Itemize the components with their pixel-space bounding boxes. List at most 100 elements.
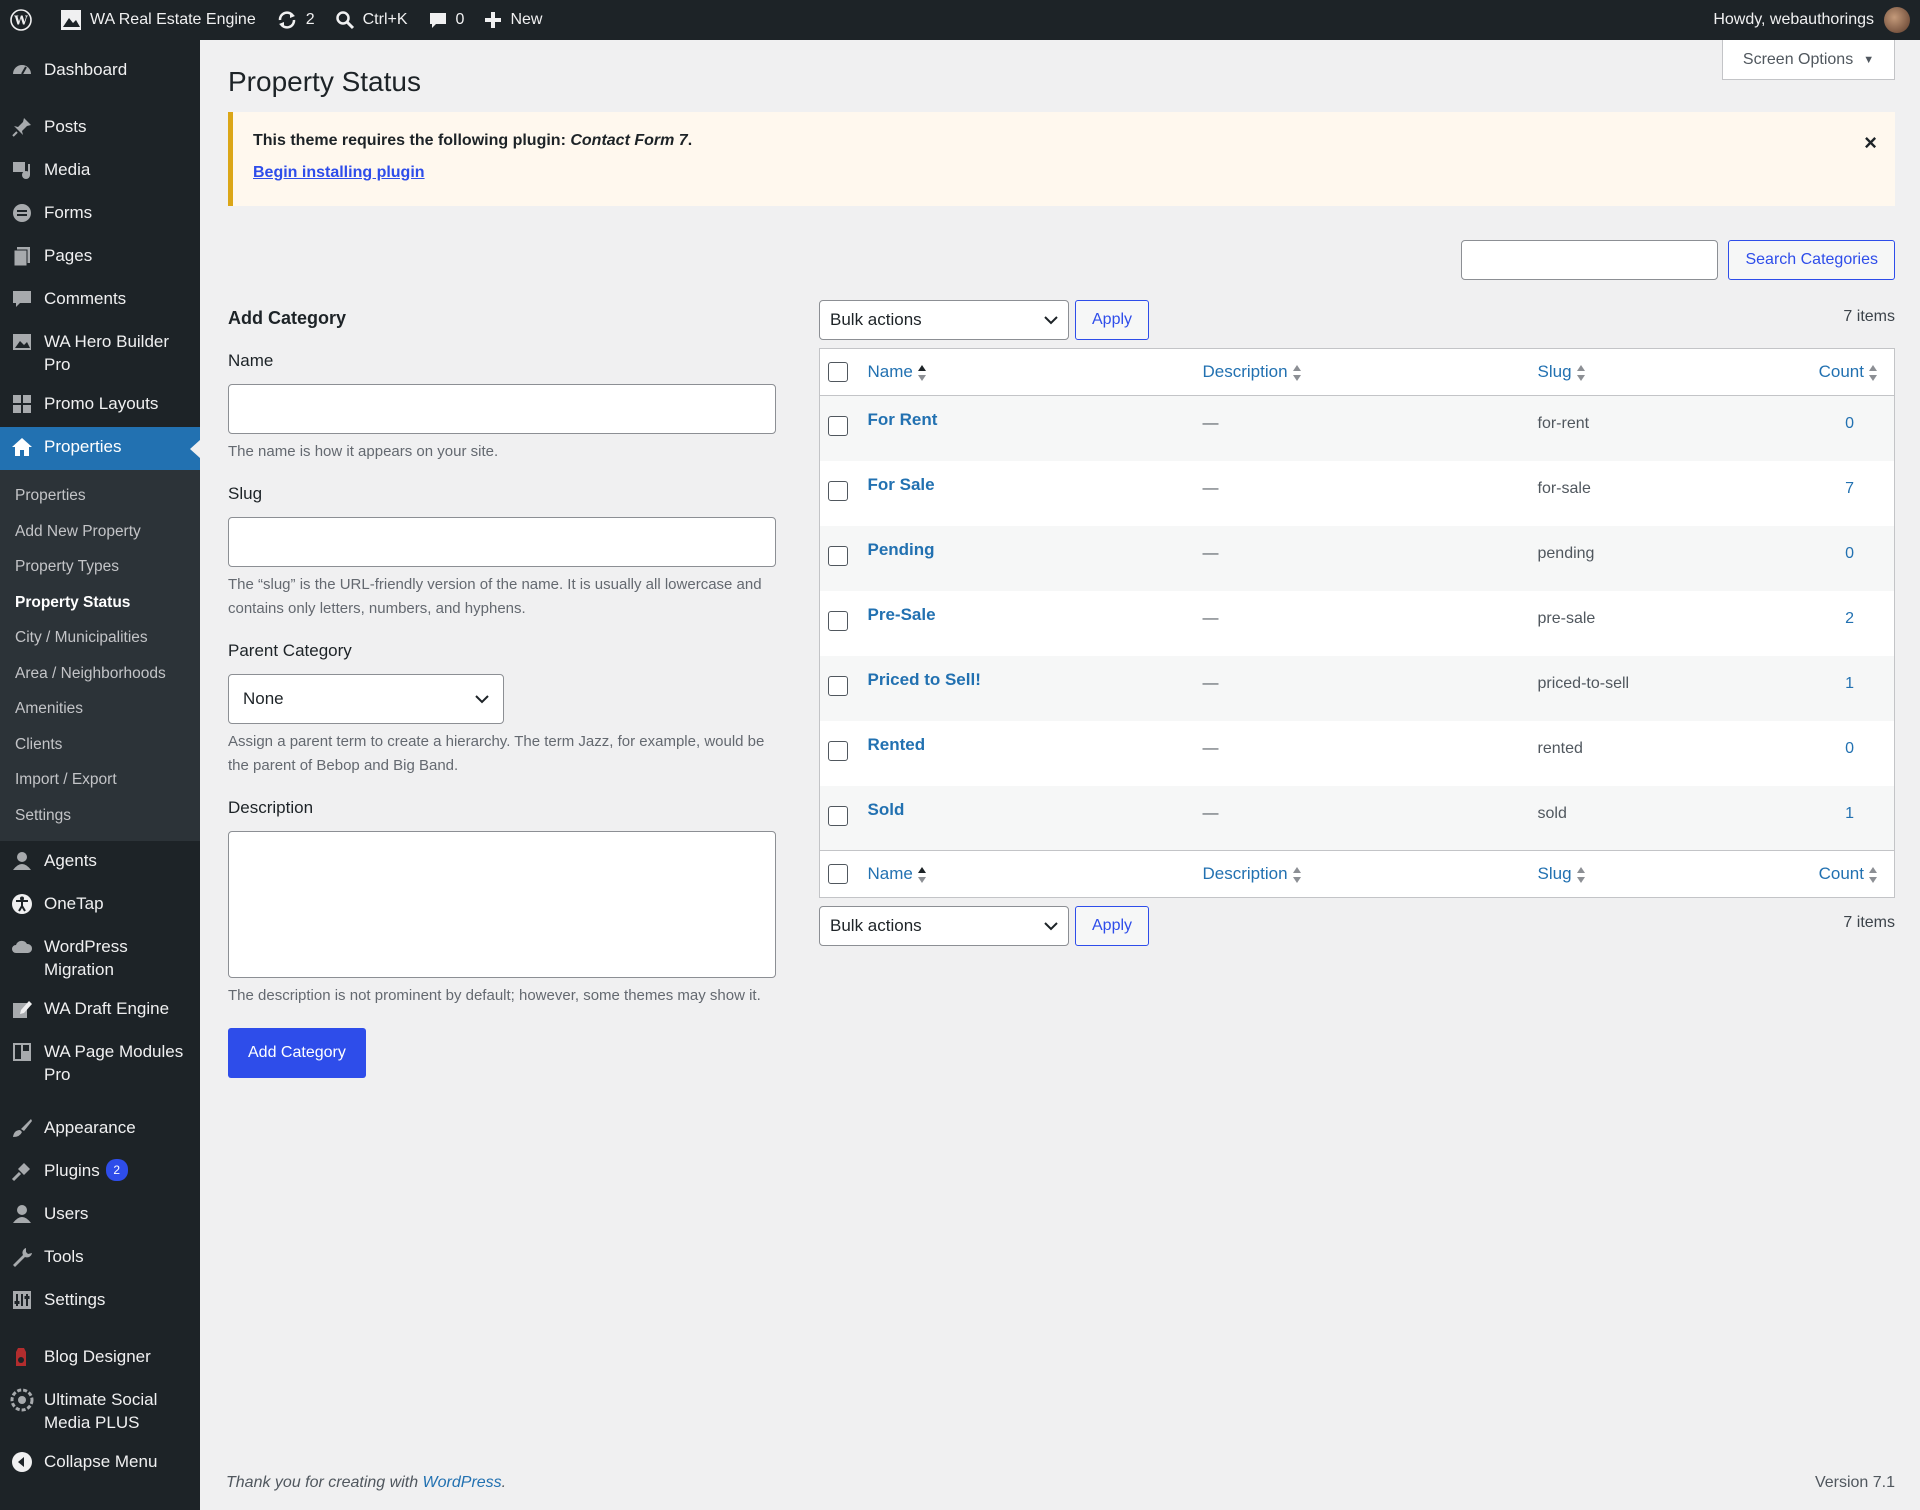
menu-wa-page-modules[interactable]: WA Page Modules Pro <box>0 1032 200 1094</box>
row-count-link[interactable]: 1 <box>1740 786 1895 851</box>
menu-plugins[interactable]: Plugins 2 <box>0 1151 200 1194</box>
row-count-link[interactable]: 2 <box>1740 591 1895 656</box>
name-help: The name is how it appears on your site. <box>228 443 499 460</box>
items-count: 7 items <box>1843 914 1895 931</box>
menu-forms[interactable]: Forms <box>0 193 200 236</box>
table-row: Pending — pending 0 <box>819 525 1895 591</box>
row-count-link[interactable]: 1 <box>1740 656 1895 721</box>
menu-comments[interactable]: Comments <box>0 279 200 322</box>
menu-wa-hero-builder[interactable]: WA Hero Builder Pro <box>0 322 200 384</box>
collapse-menu-button[interactable]: Collapse Menu <box>0 1442 200 1485</box>
menu-onetap[interactable]: OneTap <box>0 884 200 927</box>
sort-icon <box>1292 364 1301 381</box>
column-count[interactable]: Count <box>1739 850 1895 898</box>
row-name-link[interactable]: Priced to Sell! <box>868 670 981 689</box>
site-icon <box>61 10 81 30</box>
column-slug[interactable]: Slug <box>1529 850 1740 898</box>
row-name-link[interactable]: Pre-Sale <box>868 605 936 624</box>
submenu-import-export[interactable]: Import / Export <box>0 762 200 798</box>
search-input[interactable] <box>1461 240 1719 280</box>
search-categories-button[interactable]: Search Categories <box>1728 240 1895 280</box>
row-checkbox[interactable] <box>828 480 848 501</box>
apply-button[interactable]: Apply <box>1075 300 1150 340</box>
select-all-cell <box>819 850 860 898</box>
submenu-property-status[interactable]: Property Status <box>0 585 200 621</box>
menu-posts[interactable]: Posts <box>0 107 200 150</box>
bulk-actions-select[interactable]: Bulk actions <box>819 906 1069 946</box>
my-account[interactable]: Howdy, webauthorings <box>1703 0 1920 40</box>
row-checkbox[interactable] <box>828 416 848 436</box>
row-checkbox[interactable] <box>828 740 848 761</box>
row-description: — <box>1202 674 1219 692</box>
menu-ultimate-social-media[interactable]: Ultimate Social Media PLUS <box>0 1380 200 1442</box>
new-content-link[interactable]: New <box>474 0 552 40</box>
menu-properties[interactable]: Properties <box>0 427 200 470</box>
menu-dashboard[interactable]: Dashboard <box>0 50 200 93</box>
submenu-settings[interactable]: Settings <box>0 798 200 834</box>
row-name-link[interactable]: For Sale <box>868 475 935 494</box>
row-checkbox[interactable] <box>828 545 848 566</box>
row-slug: pre-sale <box>1537 609 1596 627</box>
name-input[interactable] <box>228 384 776 434</box>
row-count-link[interactable]: 0 <box>1740 721 1895 786</box>
table-row: Priced to Sell! — priced-to-sell 1 <box>819 655 1895 721</box>
menu-wa-draft-engine[interactable]: WA Draft Engine <box>0 989 200 1032</box>
bulk-actions-select[interactable]: Bulk actions <box>819 300 1069 340</box>
submenu-area-neighborhoods[interactable]: Area / Neighborhoods <box>0 656 200 692</box>
menu-promo-layouts[interactable]: Promo Layouts <box>0 384 200 427</box>
submenu-clients[interactable]: Clients <box>0 727 200 763</box>
row-checkbox[interactable] <box>828 675 848 696</box>
menu-pages[interactable]: Pages <box>0 236 200 279</box>
admin-bar: W WA Real Estate Engine 2 Ctrl+K 0 New H… <box>0 0 1920 40</box>
row-checkbox[interactable] <box>828 805 848 826</box>
site-name-link[interactable]: WA Real Estate Engine <box>50 0 266 40</box>
select-all-checkbox[interactable] <box>828 362 848 383</box>
row-name-link[interactable]: For Rent <box>868 410 938 429</box>
admin-sidebar: Dashboard Posts Media Forms Pages Commen… <box>0 40 200 1510</box>
menu-appearance[interactable]: Appearance <box>0 1108 200 1151</box>
column-count[interactable]: Count <box>1739 348 1895 396</box>
row-checkbox[interactable] <box>828 610 848 631</box>
column-name[interactable]: Name <box>859 850 1195 898</box>
row-name-link[interactable]: Pending <box>868 540 935 559</box>
parent-category-select[interactable]: None <box>228 674 504 724</box>
screen-options-button[interactable]: Screen Options ▼ <box>1722 40 1895 80</box>
comment-icon <box>429 13 446 28</box>
column-slug[interactable]: Slug <box>1529 348 1740 396</box>
row-count-link[interactable]: 0 <box>1740 396 1895 461</box>
submenu-add-new-property[interactable]: Add New Property <box>0 514 200 550</box>
row-name-link[interactable]: Sold <box>868 800 905 819</box>
comments-link[interactable]: 0 <box>418 0 475 40</box>
row-count-link[interactable]: 7 <box>1740 461 1895 526</box>
wordpress-logo-icon[interactable]: W <box>0 0 50 40</box>
menu-blog-designer[interactable]: Blog Designer <box>0 1337 200 1380</box>
column-name[interactable]: Name <box>859 348 1195 396</box>
submenu-property-types[interactable]: Property Types <box>0 549 200 585</box>
menu-settings[interactable]: Settings <box>0 1280 200 1323</box>
name-label: Name <box>228 351 274 370</box>
begin-installing-plugin-link[interactable]: Begin installing plugin <box>253 164 425 182</box>
row-name-link[interactable]: Rented <box>868 735 926 754</box>
apply-button[interactable]: Apply <box>1075 906 1150 946</box>
row-count-link[interactable]: 0 <box>1740 526 1895 591</box>
submenu-city-municipalities[interactable]: City / Municipalities <box>0 620 200 656</box>
add-category-button[interactable]: Add Category <box>228 1028 366 1078</box>
column-description[interactable]: Description <box>1194 348 1530 396</box>
users-icon <box>10 1202 34 1226</box>
menu-wordpress-migration[interactable]: WordPress Migration <box>0 927 200 989</box>
command-search[interactable]: Ctrl+K <box>325 0 418 40</box>
menu-agents[interactable]: Agents <box>0 841 200 884</box>
updates-link[interactable]: 2 <box>266 0 325 40</box>
submenu-properties[interactable]: Properties <box>0 478 200 514</box>
menu-media[interactable]: Media <box>0 150 200 193</box>
menu-tools[interactable]: Tools <box>0 1237 200 1280</box>
menu-users[interactable]: Users <box>0 1194 200 1237</box>
wordpress-link[interactable]: WordPress <box>423 1474 502 1491</box>
svg-text:W: W <box>13 14 28 28</box>
description-textarea[interactable] <box>228 831 776 978</box>
slug-input[interactable] <box>228 517 776 567</box>
column-description[interactable]: Description <box>1194 850 1530 898</box>
select-all-checkbox[interactable] <box>828 864 848 885</box>
submenu-amenities[interactable]: Amenities <box>0 691 200 727</box>
close-icon[interactable]: × <box>1864 130 1877 156</box>
